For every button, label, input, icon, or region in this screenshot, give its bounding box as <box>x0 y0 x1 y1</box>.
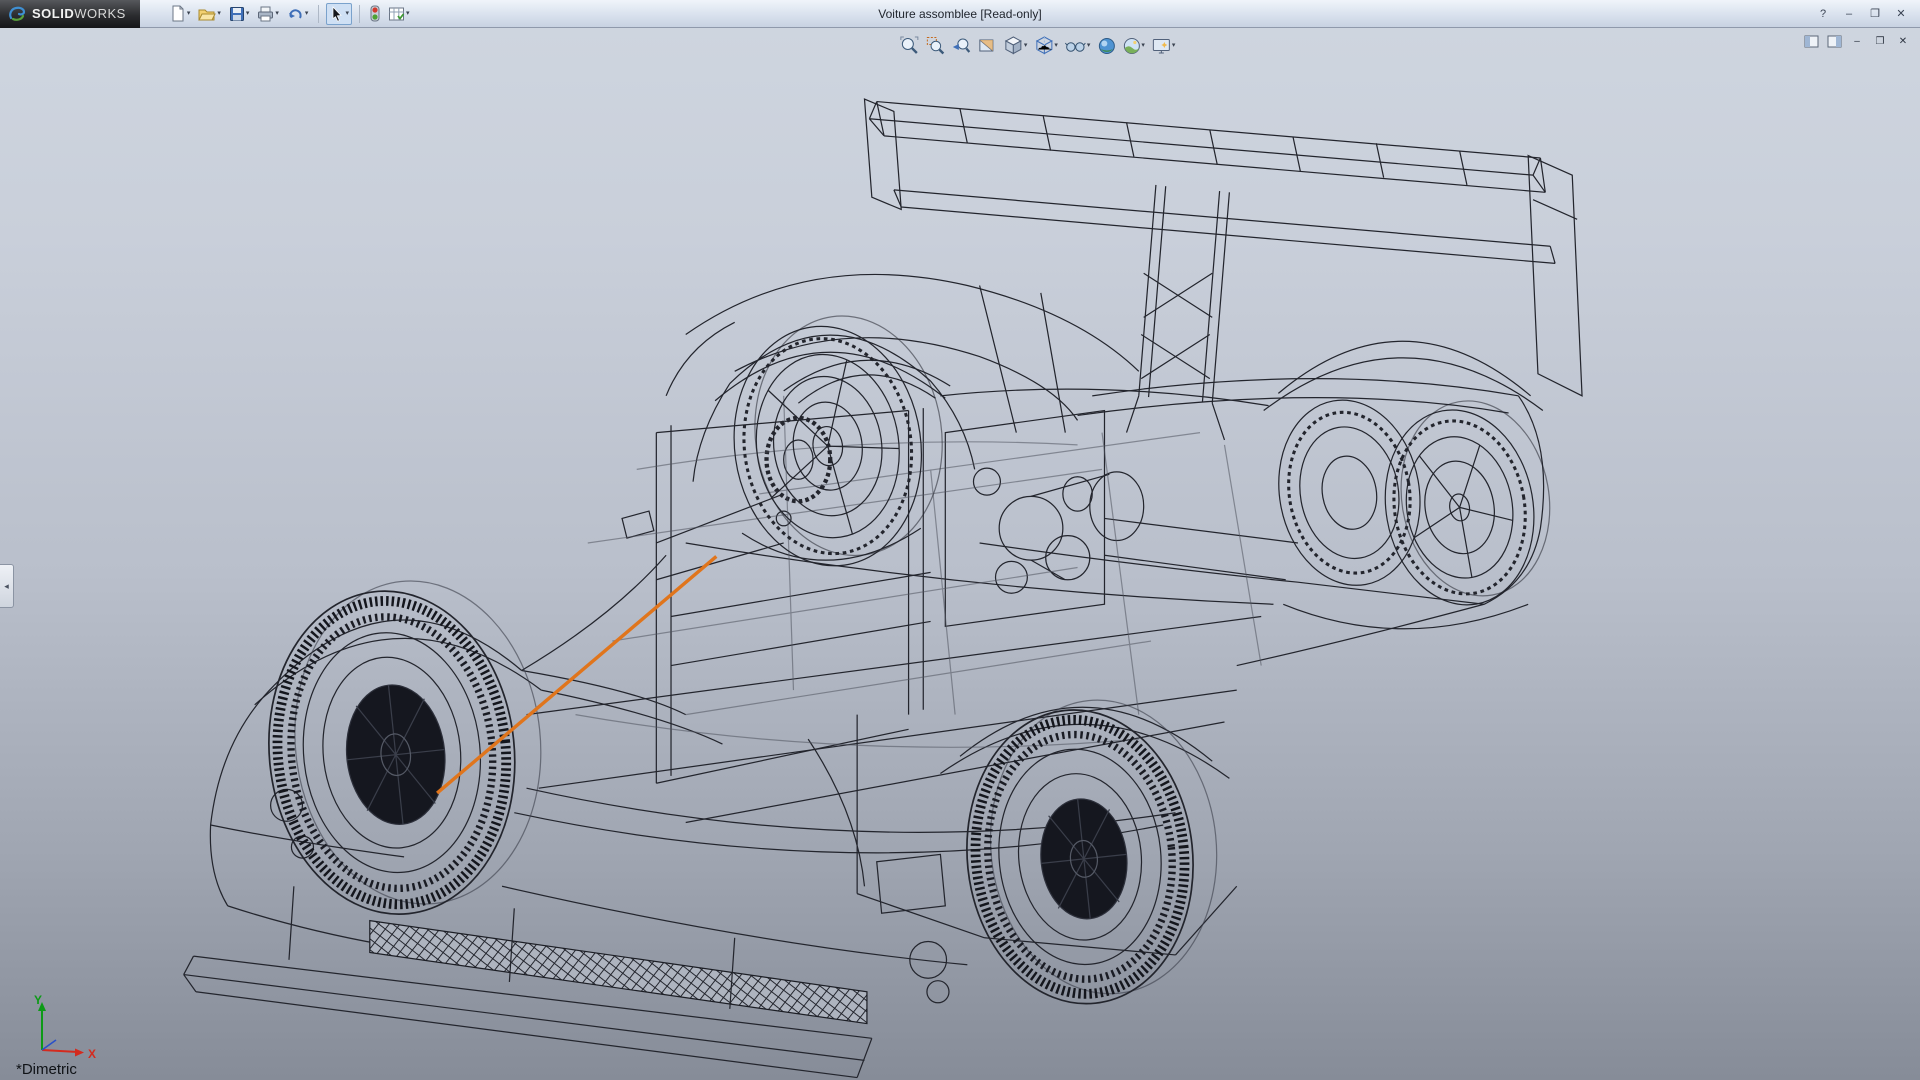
edit-appearance-button[interactable] <box>1095 35 1117 57</box>
save-icon <box>229 6 245 22</box>
help-button[interactable]: ? <box>1812 5 1834 23</box>
select-cursor-icon <box>329 6 344 22</box>
apply-scene-button[interactable]: ▾ <box>1120 35 1147 57</box>
model-wireframe[interactable] <box>0 28 1920 1080</box>
graphics-viewport[interactable]: ▾ ▾ ▾ <box>0 28 1920 1080</box>
undo-dropdown-caret[interactable]: ▾ <box>305 10 309 17</box>
rear-right-wheels-wireframe[interactable] <box>1264 389 1565 617</box>
restore-document-button[interactable]: ❐ <box>1871 33 1889 49</box>
design-table-button[interactable]: ▾ <box>385 3 413 25</box>
solidworks-window: SOLIDWORKS ▾ ▾ <box>0 0 1920 1080</box>
triad-x-label: X <box>88 1047 96 1061</box>
open-dropdown-caret[interactable]: ▾ <box>217 10 221 17</box>
reference-triad: X Y <box>26 994 110 1064</box>
maximize-window-button[interactable]: ❐ <box>1864 5 1886 23</box>
collapse-left-icon: ◂ <box>4 581 9 592</box>
previous-view-button[interactable] <box>950 34 973 57</box>
left-panel-icon <box>1804 35 1819 48</box>
undo-icon <box>287 6 304 22</box>
section-view-button[interactable] <box>976 34 999 57</box>
toolbar-separator <box>318 5 319 23</box>
title-bar: SOLIDWORKS ▾ ▾ <box>0 0 1920 28</box>
view-settings-icon <box>1152 37 1171 55</box>
rebuild-indicator-button[interactable] <box>367 3 383 25</box>
zoom-to-area-button[interactable] <box>924 34 947 57</box>
print-button[interactable]: ▾ <box>254 3 282 25</box>
task-pane-toggle-button[interactable] <box>1825 33 1843 49</box>
hide-show-glasses-icon <box>1065 37 1086 55</box>
apply-scene-caret[interactable]: ▾ <box>1141 42 1145 49</box>
open-button[interactable]: ▾ <box>195 3 224 25</box>
apply-scene-icon <box>1122 37 1140 55</box>
save-button[interactable]: ▾ <box>226 3 253 25</box>
view-orientation-button[interactable]: ▾ <box>1002 34 1030 57</box>
design-table-icon <box>388 6 405 22</box>
zoom-to-fit-button[interactable] <box>898 34 921 57</box>
main-toolbar: ▾ ▾ ▾ <box>166 3 413 25</box>
display-style-cube-icon <box>1034 36 1053 55</box>
new-document-button[interactable]: ▾ <box>166 3 194 25</box>
zoom-to-area-icon <box>926 36 945 55</box>
view-orientation-label: *Dimetric <box>16 1061 77 1078</box>
section-view-icon <box>978 36 997 55</box>
toolbar-separator <box>359 5 360 23</box>
display-style-button[interactable]: ▾ <box>1032 34 1060 57</box>
minimize-window-button[interactable]: – <box>1838 5 1860 23</box>
right-panel-icon <box>1827 35 1842 48</box>
design-table-dropdown-caret[interactable]: ▾ <box>406 10 410 17</box>
display-style-caret[interactable]: ▾ <box>1054 42 1058 49</box>
view-settings-button[interactable]: ▾ <box>1150 35 1178 57</box>
front-left-wheel-wireframe[interactable] <box>252 569 557 927</box>
logo-text: SOLIDWORKS <box>32 6 126 21</box>
select-tool-button[interactable]: ▾ <box>326 3 352 25</box>
front-right-wheel-wireframe[interactable] <box>718 304 959 578</box>
close-document-button[interactable]: ✕ <box>1894 33 1912 49</box>
new-dropdown-caret[interactable]: ▾ <box>187 10 191 17</box>
view-orientation-cube-icon <box>1004 36 1023 55</box>
view-settings-caret[interactable]: ▾ <box>1172 42 1176 49</box>
new-document-icon <box>169 5 186 22</box>
window-controls: ? – ❐ ✕ <box>1812 5 1920 23</box>
print-dropdown-caret[interactable]: ▾ <box>275 10 279 17</box>
hide-show-caret[interactable]: ▾ <box>1087 42 1091 49</box>
select-dropdown-caret[interactable]: ▾ <box>345 10 349 17</box>
zoom-to-fit-icon <box>900 36 919 55</box>
save-dropdown-caret[interactable]: ▾ <box>246 10 250 17</box>
edit-appearance-sphere-icon <box>1097 37 1115 55</box>
previous-view-icon <box>952 36 971 55</box>
minimize-document-button[interactable]: – <box>1848 33 1866 49</box>
hide-show-items-button[interactable]: ▾ <box>1063 35 1093 57</box>
rear-left-wheel-wireframe[interactable] <box>952 689 1232 1015</box>
solidworks-logo: SOLIDWORKS <box>0 0 140 28</box>
undo-button[interactable]: ▾ <box>284 3 312 25</box>
rebuild-traffic-light-icon <box>370 5 380 22</box>
print-icon <box>257 6 274 22</box>
open-folder-icon <box>198 6 216 22</box>
featuremanager-toggle-button[interactable] <box>1802 33 1820 49</box>
featuremanager-flyout-tab[interactable]: ◂ <box>0 564 14 608</box>
view-orientation-caret[interactable]: ▾ <box>1024 42 1028 49</box>
ds-logo-icon <box>8 6 26 22</box>
close-window-button[interactable]: ✕ <box>1890 5 1912 23</box>
selected-edge[interactable] <box>437 556 716 793</box>
heads-up-view-toolbar: ▾ ▾ ▾ <box>894 32 1182 59</box>
document-window-controls: – ❐ ✕ <box>1802 33 1912 49</box>
triad-y-label: Y <box>34 994 42 1007</box>
